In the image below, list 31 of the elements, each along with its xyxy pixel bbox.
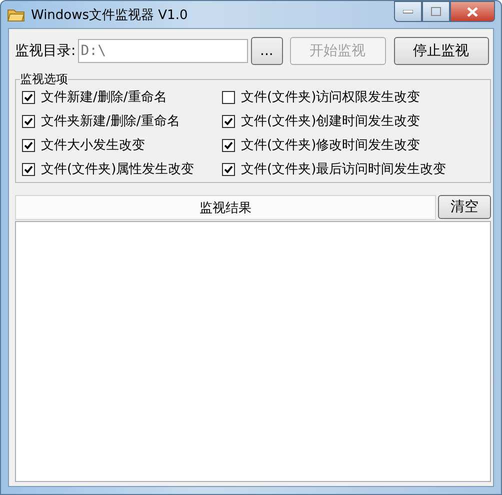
maximize-button[interactable] [422,1,450,22]
folder-icon [7,7,25,22]
window-title: Windows文件监视器 V1.0 [31,6,189,24]
checkbox[interactable] [222,162,235,176]
clear-button[interactable]: 清空 [438,195,491,219]
directory-label: 监视目录: [15,42,76,60]
option-label: 文件大小发生改变 [41,137,145,154]
checkbox[interactable] [222,114,235,128]
option-label: 文件(文件夹)最后访问时间发生改变 [241,161,446,178]
checkbox[interactable] [22,90,35,104]
checkbox[interactable] [22,114,35,128]
option-label: 文件新建/删除/重命名 [41,89,167,106]
minimize-icon [403,10,413,14]
browse-button[interactable]: ... [250,37,283,65]
maximize-icon [431,7,441,16]
close-icon [467,6,478,16]
minimize-button[interactable] [394,1,422,22]
checkbox[interactable] [222,90,235,104]
checkbox[interactable] [22,138,35,152]
option-label: 文件(文件夹)属性发生改变 [41,161,194,178]
directory-field[interactable]: D:\ [78,39,248,63]
group-title: 监视选项 [20,71,68,88]
option-label: 文件(文件夹)创建时间发生改变 [241,113,420,130]
stop-button[interactable]: 停止监视 [394,37,489,65]
option-label: 文件夹新建/删除/重命名 [41,113,180,130]
option-label: 文件(文件夹)修改时间发生改变 [241,137,420,154]
option-label: 文件(文件夹)访问权限发生改变 [241,89,420,106]
close-button[interactable] [450,1,495,22]
checkbox[interactable] [22,162,35,176]
results-header: 监视结果 [15,195,436,220]
checkbox[interactable] [222,138,235,152]
